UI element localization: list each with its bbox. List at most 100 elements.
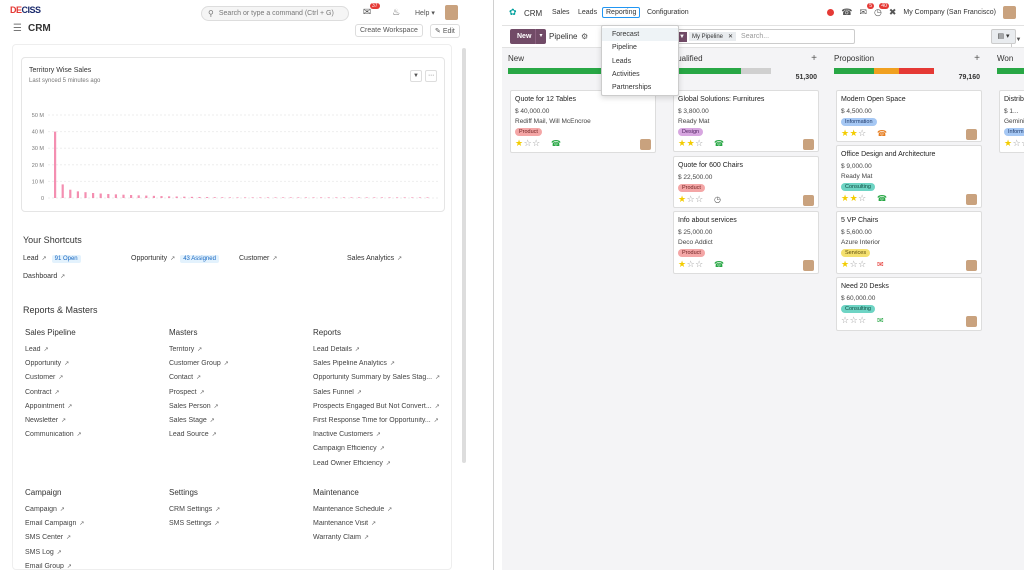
- column-header[interactable]: Qualified +: [671, 53, 819, 64]
- chart-bar[interactable]: [320, 197, 323, 198]
- report-link[interactable]: Newsletter ↗: [25, 417, 66, 424]
- priority-stars[interactable]: ★☆☆: [678, 194, 704, 205]
- report-link[interactable]: Maintenance Visit ↗: [313, 520, 376, 527]
- hamburger-icon[interactable]: ☰: [13, 23, 22, 34]
- kanban-card[interactable]: Quote for 600 Chairs $ 22,500.00 Product ★☆…: [673, 156, 819, 208]
- chart-bar[interactable]: [388, 197, 391, 198]
- phone-icon[interactable]: ☎: [877, 129, 887, 138]
- chart-bar[interactable]: [213, 197, 216, 198]
- crm-app-icon[interactable]: ✿: [509, 8, 520, 17]
- progress-segment[interactable]: [899, 68, 934, 74]
- progress-segment[interactable]: [997, 68, 1024, 74]
- shortcut-dashboard[interactable]: Dashboard ↗: [23, 273, 65, 280]
- new-dropdown-icon[interactable]: ▾: [535, 29, 546, 44]
- shortcut-customer[interactable]: Customer ↗: [239, 255, 277, 262]
- gear-icon[interactable]: ⚙: [581, 32, 588, 41]
- report-link[interactable]: Email Campaign ↗: [25, 520, 84, 527]
- report-link[interactable]: Inactive Customers ↗: [313, 431, 381, 438]
- filter-icon[interactable]: ▼: [410, 70, 422, 82]
- recording-icon[interactable]: [827, 9, 835, 16]
- report-link[interactable]: Contact ↗: [169, 374, 201, 381]
- chart-bar[interactable]: [160, 196, 163, 198]
- progress-segment[interactable]: [741, 68, 771, 74]
- priority-stars[interactable]: ★☆☆: [841, 259, 867, 270]
- chart-bar[interactable]: [396, 197, 399, 198]
- chart-bar[interactable]: [289, 197, 292, 198]
- user-avatar[interactable]: [1003, 6, 1016, 19]
- app-logo[interactable]: DECISS: [10, 5, 41, 15]
- chart-bar[interactable]: [54, 131, 57, 198]
- priority-stars[interactable]: ★☆☆: [515, 138, 541, 149]
- report-link[interactable]: Sales Stage ↗: [169, 417, 215, 424]
- chart-bar[interactable]: [130, 195, 133, 198]
- report-link[interactable]: Sales Person ↗: [169, 403, 219, 410]
- star-icon[interactable]: ☆: [858, 128, 867, 138]
- progress-segment[interactable]: [834, 68, 874, 74]
- chart-bar[interactable]: [342, 197, 345, 198]
- chart-bar[interactable]: [190, 196, 193, 198]
- chart-bar[interactable]: [418, 197, 421, 198]
- star-icon[interactable]: ☆: [858, 315, 867, 325]
- chart-bar[interactable]: [266, 197, 269, 198]
- user-avatar[interactable]: [445, 5, 458, 20]
- chart-bar[interactable]: [304, 197, 307, 198]
- more-icon[interactable]: ⋯: [425, 70, 437, 82]
- column-header[interactable]: Won: [997, 54, 1024, 64]
- chart-bar[interactable]: [152, 195, 155, 198]
- search-input[interactable]: ⚲ Search or type a command (Ctrl + G): [201, 6, 349, 21]
- progress-segment[interactable]: [671, 68, 741, 74]
- chart-bar[interactable]: [99, 193, 102, 198]
- dropdown-item-forecast[interactable]: Forecast: [602, 28, 678, 42]
- create-workspace-button[interactable]: Create Workspace: [355, 24, 423, 37]
- report-link[interactable]: First Response Time for Opportunity... ↗: [313, 417, 439, 424]
- phone-icon[interactable]: ☎: [714, 139, 724, 148]
- chart-bar[interactable]: [373, 197, 376, 198]
- chart-bar[interactable]: [92, 193, 95, 198]
- chart-bar[interactable]: [411, 197, 414, 198]
- report-link[interactable]: Maintenance Schedule ↗: [313, 506, 392, 513]
- dropdown-item-pipeline[interactable]: Pipeline: [602, 41, 678, 54]
- report-link[interactable]: SMS Center ↗: [25, 534, 71, 541]
- report-link[interactable]: Lead ↗: [25, 346, 49, 353]
- chart-bar[interactable]: [69, 189, 72, 198]
- star-icon[interactable]: ★: [687, 138, 696, 148]
- priority-stars[interactable]: ★★☆: [841, 193, 867, 204]
- star-icon[interactable]: ☆: [850, 315, 859, 325]
- star-icon[interactable]: ☆: [695, 138, 704, 148]
- kanban-view-switch[interactable]: ▤ ▾: [991, 29, 1016, 44]
- priority-stars[interactable]: ★☆☆: [1004, 138, 1024, 149]
- report-link[interactable]: SMS Settings ↗: [169, 520, 219, 527]
- scrollbar[interactable]: [462, 48, 466, 463]
- add-icon[interactable]: +: [974, 53, 980, 64]
- report-link[interactable]: Sales Pipeline Analytics ↗: [313, 360, 395, 367]
- chart-bar[interactable]: [358, 197, 361, 198]
- star-icon[interactable]: ☆: [695, 259, 704, 269]
- phone-icon[interactable]: ☎: [877, 194, 887, 203]
- priority-stars[interactable]: ★★☆: [678, 138, 704, 149]
- progress-segment[interactable]: [874, 68, 899, 74]
- avatar[interactable]: [966, 260, 977, 271]
- avatar[interactable]: [966, 316, 977, 327]
- star-icon[interactable]: ☆: [858, 259, 867, 269]
- chart-bar[interactable]: [282, 197, 285, 198]
- chart-bar[interactable]: [61, 184, 64, 198]
- star-icon[interactable]: ★: [1004, 138, 1013, 148]
- phone-icon[interactable]: ☎: [551, 139, 561, 148]
- chart-bar[interactable]: [122, 194, 125, 198]
- edit-button[interactable]: ✎ Edit: [430, 24, 460, 38]
- star-icon[interactable]: ☆: [858, 193, 867, 203]
- chart-bar[interactable]: [206, 197, 209, 198]
- report-link[interactable]: Opportunity ↗: [25, 360, 69, 367]
- column-progress-bar[interactable]: [834, 68, 934, 74]
- kanban-card[interactable]: Info about services $ 25,000.00 Deco Addic…: [673, 211, 819, 274]
- report-link[interactable]: Appointment ↗: [25, 403, 72, 410]
- priority-stars[interactable]: ★☆☆: [678, 259, 704, 270]
- add-icon[interactable]: +: [811, 53, 817, 64]
- chart-bar[interactable]: [137, 195, 140, 198]
- chart-bar[interactable]: [312, 197, 315, 198]
- star-icon[interactable]: ☆: [841, 315, 850, 325]
- chart-bar[interactable]: [350, 197, 353, 198]
- chart-bar[interactable]: [259, 197, 262, 198]
- chart-bar[interactable]: [175, 196, 178, 198]
- column-progress-bar[interactable]: [508, 68, 608, 74]
